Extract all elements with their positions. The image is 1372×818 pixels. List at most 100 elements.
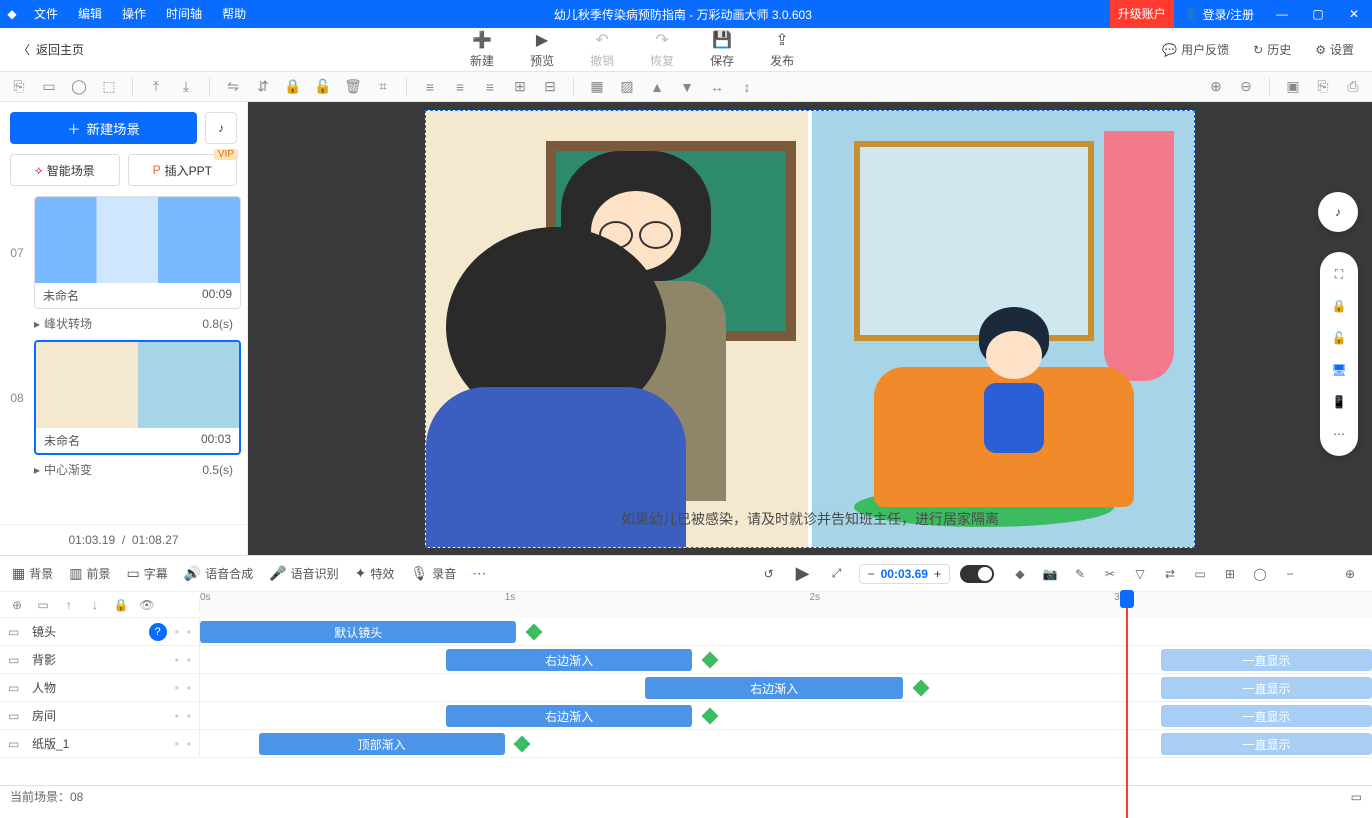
track-label-背影[interactable]: ▭ 背影 • • [0,646,200,673]
keyframe-diamond[interactable] [514,736,531,753]
asr-button[interactable]: 🎤语音识别 [269,565,338,582]
desktop-icon[interactable]: 🖥 [1329,360,1349,380]
copy[interactable]: ⎘ [1312,76,1334,98]
record-button[interactable]: 🎙录音 [410,565,456,582]
vis-dot[interactable]: • [175,625,179,639]
vis-dot[interactable]: • [175,737,179,751]
clip-tail[interactable]: 一直显示 [1161,733,1372,755]
vis-dot[interactable]: • [175,681,179,695]
play-button[interactable]: ▶ [791,562,815,586]
filter-icon[interactable]: ▽ [1130,564,1150,584]
minimize-button[interactable]: — [1264,0,1300,28]
expand-button[interactable]: ⤢ [825,562,849,586]
rewind-button[interactable]: ↺ [757,562,781,586]
track-label-人物[interactable]: ▭ 人物 • • [0,674,200,701]
sound-button[interactable]: ♪ [205,112,237,144]
back-home-button[interactable]: 〈 返回主页 [0,41,102,58]
transition-row[interactable]: ▸ 峰状转场 0.8(s) [6,311,241,340]
clip-tail[interactable]: 一直显示 [1161,649,1372,671]
zoom-in[interactable]: ⊕ [1205,76,1227,98]
lock-dot[interactable]: • [187,625,191,639]
up-icon[interactable]: ↑ [60,598,78,612]
frame-icon[interactable]: ▭ [1190,564,1210,584]
menu-编辑[interactable]: 编辑 [68,0,112,28]
keyframe-diamond[interactable] [526,624,543,641]
eye-icon[interactable]: 👁 [138,598,156,612]
track-content[interactable]: 右边渐入一直显示 [200,646,1372,673]
track-label-镜头[interactable]: ▭ 镜头 ? • • [0,618,200,645]
lock-icon[interactable]: 🔒 [1329,296,1349,316]
preview-button[interactable]: ▶预览 [530,30,554,69]
edit-icon[interactable]: ✎ [1070,564,1090,584]
redo-button[interactable]: ↷恢复 [650,30,674,69]
zoom-out[interactable]: ⊖ [1235,76,1257,98]
track-content[interactable]: 默认镜头 [200,618,1372,645]
camera-icon[interactable]: 📷 [1040,564,1060,584]
keyframe-diamond[interactable] [912,680,929,697]
keyframe-diamond[interactable] [701,708,718,725]
keyframe-icon[interactable]: ◆ [1010,564,1030,584]
lock-dot[interactable]: • [187,653,191,667]
subtitle-button[interactable]: ▭字幕 [127,565,168,582]
cut-icon[interactable]: ✂ [1100,564,1120,584]
vis-dot[interactable]: • [175,653,179,667]
tool-2[interactable]: ▭ [38,76,60,98]
bring-front[interactable]: ▲ [646,76,668,98]
lock-dot[interactable]: • [187,709,191,723]
distribute-v[interactable]: ⊟ [539,76,561,98]
group[interactable]: ▦ [586,76,608,98]
minus-icon[interactable]: − [1280,564,1300,584]
align-right[interactable]: ≡ [479,76,501,98]
ungroup[interactable]: ▨ [616,76,638,98]
track-label-纸版_1[interactable]: ▭ 纸版_1 • • [0,730,200,757]
close-button[interactable]: ✕ [1336,0,1372,28]
transition-row[interactable]: ▸ 中心渐变 0.5(s) [6,457,241,486]
grid-icon[interactable]: ⊞ [1220,564,1240,584]
fit[interactable]: ▣ [1282,76,1304,98]
tool-3[interactable]: ◯ [68,76,90,98]
track-content[interactable]: 顶部渐入一直显示 [200,730,1372,757]
insert-ppt-button[interactable]: P 插入PPT VIP [128,154,238,186]
undo-button[interactable]: ↶撤销 [590,30,614,69]
snap-toggle[interactable] [960,565,994,583]
tts-button[interactable]: 🔊语音合成 [184,565,253,582]
new-button[interactable]: ➕新建 [470,30,494,69]
align-left[interactable]: ≡ [419,76,441,98]
bg-button[interactable]: ▦背景 [12,565,53,582]
fg-button[interactable]: ▥前景 [69,565,110,582]
plus-icon[interactable]: + [934,567,941,581]
scene-card-07[interactable]: 未命名00:09 [34,196,241,309]
add-icon[interactable]: ⊕ [8,598,26,612]
align-center[interactable]: ≡ [449,76,471,98]
minus-icon[interactable]: − [868,567,875,581]
folder-icon[interactable]: ▭ [34,598,52,612]
lock-dot[interactable]: • [187,737,191,751]
align-top[interactable]: ⤒ [145,76,167,98]
timeline-ruler[interactable]: 0s1s2s3s [200,592,1372,618]
stage[interactable]: ▦ 默认镜头 如果幼儿已被感染，请及时就诊并告知班主任，进行居家隔离 [425,110,1195,548]
link-icon[interactable]: ⇄ [1160,564,1180,584]
tool-4[interactable]: ⬚ [98,76,120,98]
clip[interactable]: 右边渐入 [446,705,692,727]
send-back[interactable]: ▼ [676,76,698,98]
tool-1[interactable]: ⎘ [8,76,30,98]
track-content[interactable]: 右边渐入 一直显示 [200,702,1372,729]
login-button[interactable]: 👤 登录/注册 [1174,6,1264,23]
keyframe-diamond[interactable] [701,652,718,669]
down-icon[interactable]: ↓ [86,598,104,612]
clip-tail[interactable]: 一直显示 [1161,705,1372,727]
align-bottom[interactable]: ⤓ [175,76,197,98]
history-button[interactable]: ↻历史 [1253,41,1291,58]
clip[interactable]: 右边渐入 [645,677,903,699]
smart-scene-button[interactable]: ⟡ 智能场景 [10,154,120,186]
lock-dot[interactable]: • [187,681,191,695]
lock[interactable]: 🔒 [282,76,304,98]
time-stepper[interactable]: − 00:03.69 + [859,564,950,584]
space-v[interactable]: ↕ [736,76,758,98]
upgrade-account-button[interactable]: 升级账户 [1110,0,1174,28]
vis-dot[interactable]: • [175,709,179,723]
fx-button[interactable]: ✦特效 [355,565,395,582]
canvas-area[interactable]: ♪ ⛶ 🔒 🔓 🖥 📱 ⋯ ▦ 默认镜头 如果幼儿已被感染，请及时 [248,102,1372,555]
clip[interactable]: 默认镜头 [200,621,516,643]
circle-icon[interactable]: ◯ [1250,564,1270,584]
